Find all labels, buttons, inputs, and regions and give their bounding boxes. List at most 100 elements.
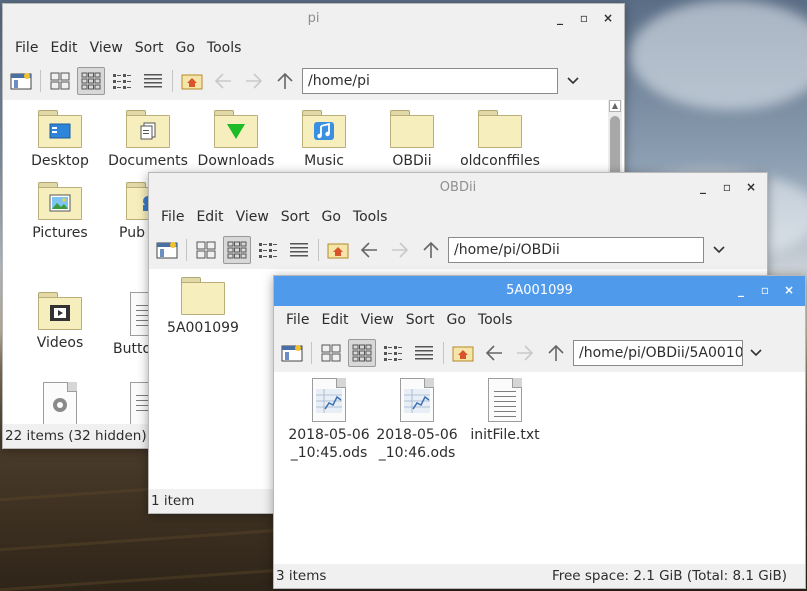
folder-pictures[interactable]: Pictures bbox=[16, 182, 104, 242]
menu-sort[interactable]: Sort bbox=[129, 40, 170, 56]
path-history-dropdown[interactable] bbox=[745, 339, 767, 367]
menu-view[interactable]: View bbox=[230, 209, 275, 225]
folder-public[interactable]: Pub bbox=[104, 182, 150, 242]
minimize-button[interactable]: _ bbox=[554, 10, 566, 26]
file-unnamed[interactable] bbox=[104, 382, 150, 426]
menu-go[interactable]: Go bbox=[441, 312, 472, 328]
home-button[interactable] bbox=[178, 67, 206, 95]
close-button[interactable]: × bbox=[783, 282, 795, 298]
settings-file-icon bbox=[43, 382, 77, 426]
folder-desktop[interactable]: Desktop bbox=[16, 110, 104, 170]
titlebar[interactable]: OBDii _ ▫ × bbox=[149, 173, 767, 203]
path-history-dropdown[interactable] bbox=[708, 236, 730, 264]
maximize-button[interactable]: ▫ bbox=[721, 179, 733, 195]
text-file-icon bbox=[488, 378, 522, 422]
path-input[interactable]: /home/pi/OBDii/5A0010 bbox=[573, 340, 743, 366]
new-tab-button[interactable] bbox=[7, 67, 35, 95]
titlebar[interactable]: pi _ ▫ × bbox=[3, 4, 624, 34]
close-button[interactable]: × bbox=[602, 10, 614, 26]
minimize-button[interactable]: _ bbox=[697, 179, 709, 195]
item-label: Butto bbox=[113, 341, 150, 357]
icon-view-button[interactable] bbox=[317, 339, 345, 367]
window-title: pi bbox=[307, 11, 320, 26]
menubar: File Edit View Sort Go Tools bbox=[274, 306, 805, 334]
folder-documents[interactable]: Documents bbox=[104, 110, 192, 170]
minimize-button[interactable]: _ bbox=[735, 282, 747, 298]
back-button[interactable] bbox=[209, 67, 237, 95]
file-buttons[interactable]: Butto bbox=[104, 292, 150, 358]
file-initfile[interactable]: initFile.txt bbox=[461, 378, 549, 444]
folder-music[interactable]: Music bbox=[280, 110, 368, 170]
file-spreadsheet-2[interactable]: 2018-05-06 _10:46.ods bbox=[373, 378, 461, 462]
back-button[interactable] bbox=[355, 236, 383, 264]
compact-view-icon bbox=[384, 346, 402, 361]
up-button[interactable] bbox=[542, 339, 570, 367]
file-config[interactable] bbox=[16, 382, 104, 426]
up-button[interactable] bbox=[271, 67, 299, 95]
menu-tools[interactable]: Tools bbox=[347, 209, 394, 225]
list-view-button[interactable] bbox=[410, 339, 438, 367]
list-view-button[interactable] bbox=[139, 67, 167, 95]
menu-file[interactable]: File bbox=[280, 312, 315, 328]
menu-edit[interactable]: Edit bbox=[44, 40, 83, 56]
close-button[interactable]: × bbox=[745, 179, 757, 195]
new-tab-button[interactable] bbox=[278, 339, 306, 367]
arrow-right-icon bbox=[517, 345, 534, 361]
icon-view-button[interactable] bbox=[46, 67, 74, 95]
icon-view-button[interactable] bbox=[192, 236, 220, 264]
file-area[interactable]: 2018-05-06 _10:45.ods 2018-05-06 _10:46.… bbox=[274, 372, 805, 564]
path-history-dropdown[interactable] bbox=[562, 67, 584, 95]
menu-edit[interactable]: Edit bbox=[190, 209, 229, 225]
scrollbar-thumb[interactable] bbox=[610, 116, 620, 180]
thumbnail-view-button[interactable] bbox=[348, 339, 376, 367]
file-manager-window-5a001099[interactable]: 5A001099 _ ▫ × File Edit View Sort Go To… bbox=[273, 275, 806, 589]
folder-videos[interactable]: Videos bbox=[16, 292, 104, 352]
new-window-icon bbox=[10, 73, 32, 90]
menu-sort[interactable]: Sort bbox=[275, 209, 316, 225]
compact-view-button[interactable] bbox=[108, 67, 136, 95]
list-view-button[interactable] bbox=[285, 236, 313, 264]
menu-sort[interactable]: Sort bbox=[400, 312, 441, 328]
maximize-button[interactable]: ▫ bbox=[578, 10, 590, 26]
forward-button[interactable] bbox=[240, 67, 268, 95]
menu-file[interactable]: File bbox=[9, 40, 44, 56]
folder-icon bbox=[38, 182, 82, 220]
forward-button[interactable] bbox=[386, 236, 414, 264]
file-spreadsheet-1[interactable]: 2018-05-06 _10:45.ods bbox=[285, 378, 373, 462]
arrow-left-icon bbox=[485, 345, 502, 361]
item-label: Downloads bbox=[197, 153, 275, 169]
menu-file[interactable]: File bbox=[155, 209, 190, 225]
forward-button[interactable] bbox=[511, 339, 539, 367]
path-input[interactable]: /home/pi/OBDii bbox=[448, 237, 704, 263]
thumbnail-view-button[interactable] bbox=[223, 236, 251, 264]
path-input[interactable]: /home/pi bbox=[302, 68, 558, 94]
up-button[interactable] bbox=[417, 236, 445, 264]
menu-go[interactable]: Go bbox=[316, 209, 347, 225]
arrow-right-icon bbox=[392, 242, 409, 258]
status-text: 22 items (32 hidden) bbox=[5, 428, 147, 444]
new-window-icon bbox=[156, 242, 178, 259]
folder-5a001099[interactable]: 5A001099 bbox=[159, 277, 247, 337]
compact-view-button[interactable] bbox=[254, 236, 282, 264]
folder-downloads[interactable]: Downloads bbox=[192, 110, 280, 170]
menu-view[interactable]: View bbox=[84, 40, 129, 56]
titlebar[interactable]: 5A001099 _ ▫ × bbox=[274, 276, 805, 306]
menu-go[interactable]: Go bbox=[170, 40, 201, 56]
picture-emblem-icon bbox=[49, 194, 71, 212]
item-label-line2: _10:45.ods bbox=[290, 445, 368, 461]
home-folder-icon bbox=[327, 243, 349, 259]
folder-oldconffiles[interactable]: oldconffiles bbox=[456, 110, 544, 170]
home-button[interactable] bbox=[449, 339, 477, 367]
compact-view-button[interactable] bbox=[379, 339, 407, 367]
maximize-button[interactable]: ▫ bbox=[759, 282, 771, 298]
menu-view[interactable]: View bbox=[355, 312, 400, 328]
menu-tools[interactable]: Tools bbox=[201, 40, 248, 56]
thumbnail-view-button[interactable] bbox=[77, 67, 105, 95]
menu-tools[interactable]: Tools bbox=[472, 312, 519, 328]
back-button[interactable] bbox=[480, 339, 508, 367]
scroll-up-icon[interactable]: ▲ bbox=[609, 100, 621, 112]
new-tab-button[interactable] bbox=[153, 236, 181, 264]
home-button[interactable] bbox=[324, 236, 352, 264]
folder-obdii[interactable]: OBDii bbox=[368, 110, 456, 170]
menu-edit[interactable]: Edit bbox=[315, 312, 354, 328]
